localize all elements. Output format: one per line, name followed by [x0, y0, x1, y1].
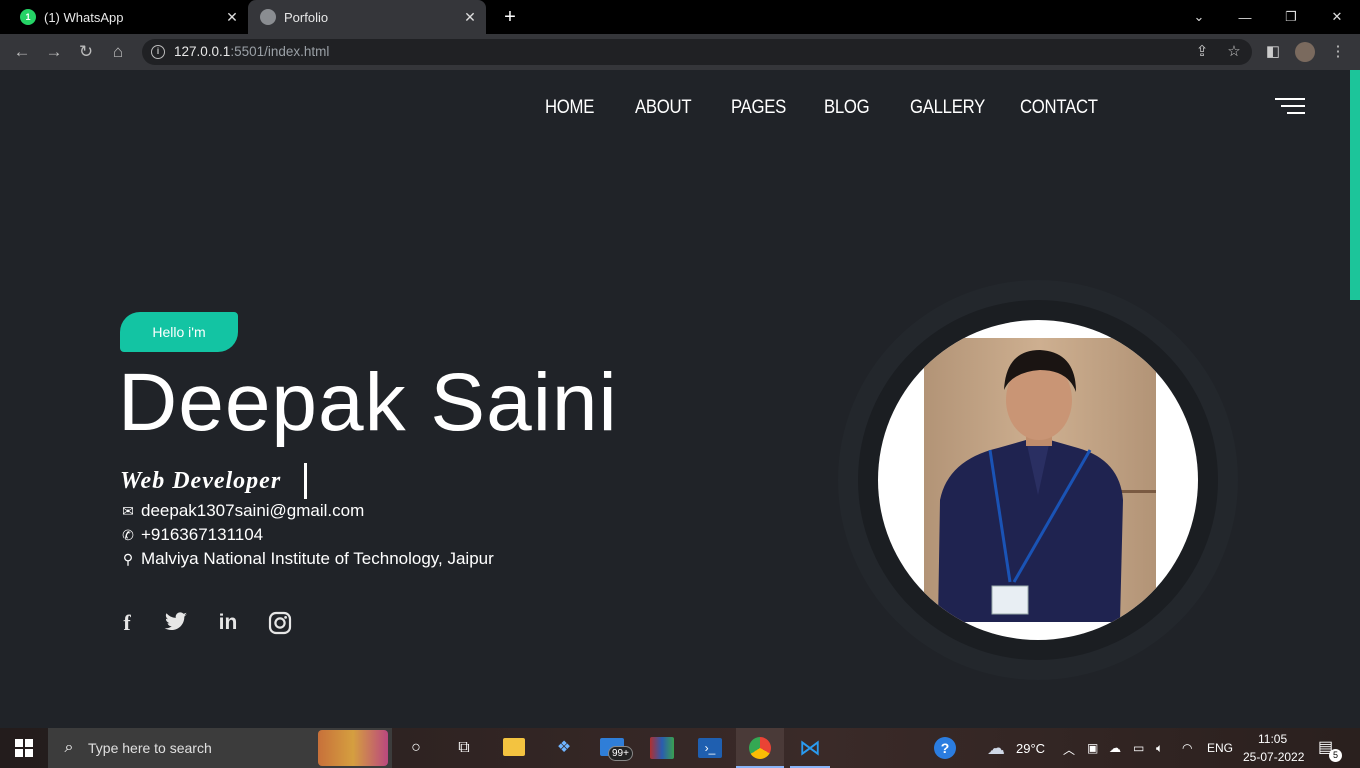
map-marker-icon: ⚲ — [122, 550, 134, 567]
minimize-button[interactable]: — — [1222, 0, 1268, 34]
twitter-icon[interactable] — [162, 609, 190, 637]
globe-icon — [260, 9, 276, 25]
cloud-weather-icon[interactable]: ☁ — [984, 736, 1008, 760]
envelope-icon: ✉ — [122, 502, 134, 519]
tab-label: (1) WhatsApp — [44, 9, 124, 25]
instagram-icon[interactable] — [266, 609, 294, 637]
dropbox-icon[interactable]: ❖ — [552, 736, 576, 760]
winrar-icon[interactable] — [650, 737, 674, 759]
location-text: Malviya National Institute of Technology… — [141, 549, 494, 568]
nav-contact[interactable]: CONTACT — [1020, 97, 1098, 119]
phone-icon: ✆ — [122, 526, 134, 543]
side-panel-icon[interactable]: ◧ — [1264, 43, 1282, 61]
hero-name: Deepak Saini — [118, 357, 618, 448]
vscode-icon: ⋈ — [799, 735, 821, 760]
share-icon[interactable]: ⇪ — [1193, 43, 1211, 61]
home-icon[interactable]: ⌂ — [108, 42, 128, 62]
task-view-icon[interactable]: ⧉ — [452, 736, 476, 760]
powershell-icon[interactable]: ›_ — [698, 738, 722, 758]
info-icon[interactable]: i — [151, 45, 165, 59]
onedrive-icon[interactable]: ☁ — [1109, 741, 1121, 755]
nav-pages[interactable]: PAGES — [731, 97, 786, 119]
hero-role: Web Developer — [120, 468, 282, 494]
back-icon[interactable]: ← — [12, 42, 32, 62]
volume-icon[interactable]: 🔈︎ — [1156, 741, 1163, 756]
search-highlight-image — [318, 730, 388, 766]
windows-start-icon[interactable] — [12, 736, 36, 760]
profile-avatar[interactable] — [1295, 42, 1315, 62]
tab-label: Porfolio — [284, 9, 329, 25]
phone-row: ✆ +916367131104 — [120, 525, 263, 545]
mail-badge: 99+ — [608, 746, 633, 761]
tab-search-icon[interactable]: ⌄ — [1176, 0, 1222, 34]
scrollbar-thumb[interactable] — [1350, 70, 1360, 300]
weather-temp[interactable]: 29°C — [1016, 741, 1045, 756]
url-host: 127.0.0.1 — [174, 44, 231, 59]
forward-icon[interactable]: → — [44, 42, 64, 62]
nav-home[interactable]: HOME — [545, 97, 594, 119]
reload-icon[interactable]: ↻ — [76, 42, 96, 62]
search-icon: ⌕ — [64, 739, 74, 756]
cortana-icon[interactable]: ○ — [404, 736, 428, 760]
nav-about[interactable]: ABOUT — [635, 97, 692, 119]
battery-icon[interactable]: ▭ — [1133, 741, 1144, 755]
show-hidden-icons[interactable]: ︿ — [1063, 741, 1075, 758]
close-window-button[interactable]: ✕ — [1314, 0, 1360, 34]
taskbar-search-placeholder[interactable]: Type here to search — [88, 740, 212, 756]
linkedin-icon[interactable]: in — [214, 609, 242, 637]
clock-date[interactable]: 25-07-2022 — [1243, 750, 1304, 764]
hamburger-menu-icon[interactable] — [1275, 98, 1305, 116]
location-row: ⚲ Malviya National Institute of Technolo… — [120, 549, 494, 569]
new-tab-button[interactable]: + — [500, 6, 520, 29]
greeting-badge: Hello i'm — [120, 312, 238, 352]
typing-caret — [304, 463, 307, 499]
tab-badge: 1 — [25, 12, 31, 22]
meet-icon[interactable]: ▣ — [1087, 741, 1098, 755]
clock-time[interactable]: 11:05 — [1258, 732, 1287, 746]
language-indicator[interactable]: ENG — [1207, 741, 1233, 755]
wifi-icon[interactable]: ◠ — [1182, 741, 1192, 755]
url-text[interactable]: 127.0.0.1:5501/index.html — [174, 44, 329, 59]
whatsapp-icon: 1 — [20, 9, 36, 25]
tab-portfolio[interactable]: Porfolio ✕ — [248, 0, 486, 34]
chrome-icon — [749, 737, 771, 759]
phone-text: +916367131104 — [141, 525, 264, 544]
close-tab-icon[interactable]: ✕ — [462, 9, 478, 26]
notification-count: 5 — [1329, 749, 1342, 762]
help-icon[interactable]: ? — [934, 737, 956, 759]
email-row: ✉ deepak1307saini@gmail.com — [120, 501, 364, 521]
url-path: :5501/index.html — [230, 44, 330, 59]
file-explorer-icon[interactable] — [503, 738, 525, 756]
tab-whatsapp[interactable]: 1 (1) WhatsApp ✕ — [8, 0, 248, 34]
email-text: deepak1307saini@gmail.com — [141, 501, 365, 520]
more-menu-icon[interactable]: ⋮ — [1329, 43, 1347, 61]
profile-photo — [878, 320, 1198, 640]
close-tab-icon[interactable]: ✕ — [224, 9, 240, 26]
nav-blog[interactable]: BLOG — [824, 97, 870, 119]
nav-gallery[interactable]: GALLERY — [910, 97, 985, 119]
bookmark-star-icon[interactable]: ☆ — [1225, 43, 1243, 61]
facebook-icon[interactable]: f — [113, 609, 141, 637]
restore-button[interactable]: ❐ — [1268, 0, 1314, 34]
